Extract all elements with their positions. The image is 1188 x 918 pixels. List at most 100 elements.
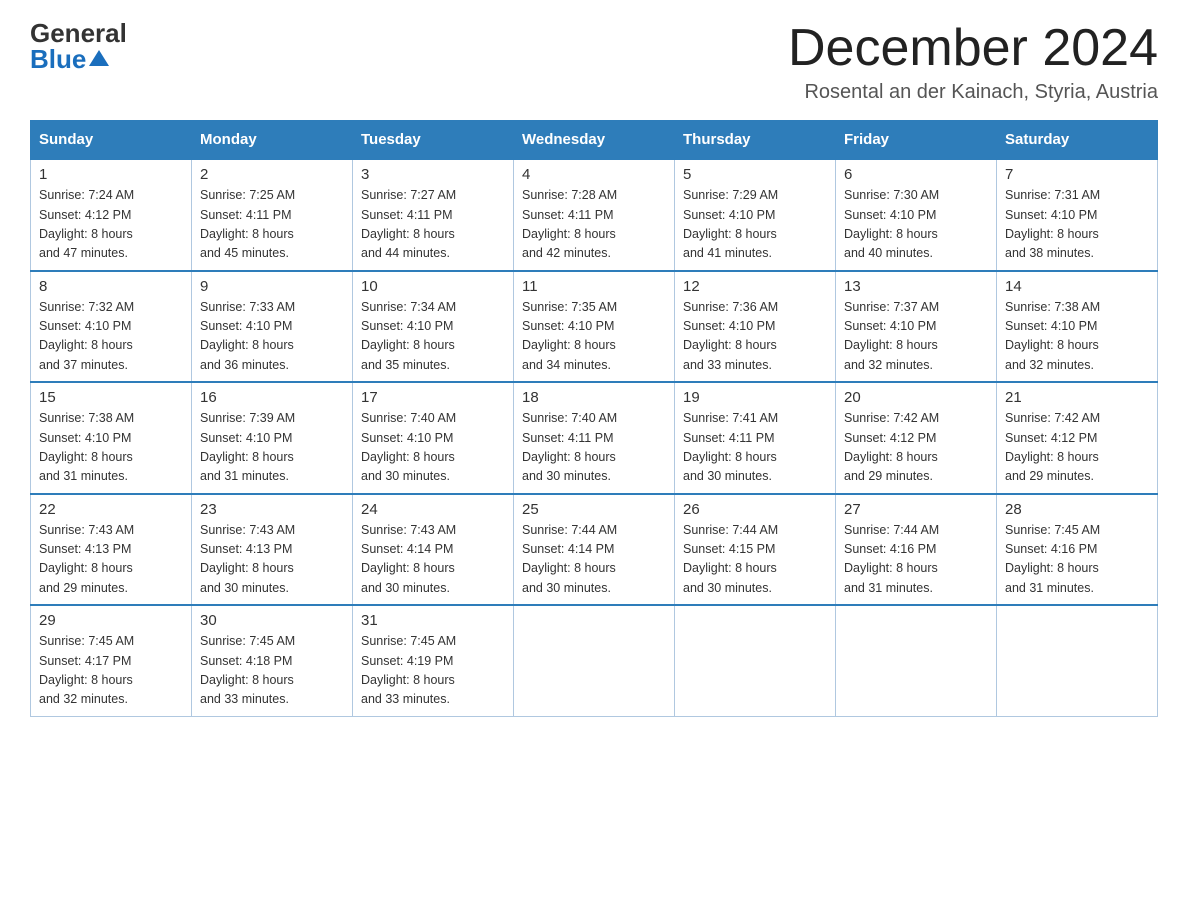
day-info: Sunrise: 7:45 AMSunset: 4:16 PMDaylight:… <box>1005 523 1100 595</box>
day-info: Sunrise: 7:25 AMSunset: 4:11 PMDaylight:… <box>200 188 295 260</box>
calendar-cell <box>997 605 1158 716</box>
day-number: 16 <box>200 389 344 406</box>
day-number: 10 <box>361 278 505 295</box>
calendar-cell: 22 Sunrise: 7:43 AMSunset: 4:13 PMDaylig… <box>31 494 192 606</box>
calendar-cell: 6 Sunrise: 7:30 AMSunset: 4:10 PMDayligh… <box>836 159 997 271</box>
calendar-cell: 1 Sunrise: 7:24 AMSunset: 4:12 PMDayligh… <box>31 159 192 271</box>
col-header-monday: Monday <box>192 121 353 160</box>
day-info: Sunrise: 7:40 AMSunset: 4:11 PMDaylight:… <box>522 411 617 483</box>
day-number: 26 <box>683 501 827 518</box>
calendar-cell: 21 Sunrise: 7:42 AMSunset: 4:12 PMDaylig… <box>997 382 1158 494</box>
col-header-sunday: Sunday <box>31 121 192 160</box>
day-info: Sunrise: 7:31 AMSunset: 4:10 PMDaylight:… <box>1005 188 1100 260</box>
calendar-cell: 2 Sunrise: 7:25 AMSunset: 4:11 PMDayligh… <box>192 159 353 271</box>
day-info: Sunrise: 7:24 AMSunset: 4:12 PMDaylight:… <box>39 188 134 260</box>
calendar-cell: 20 Sunrise: 7:42 AMSunset: 4:12 PMDaylig… <box>836 382 997 494</box>
calendar-cell: 14 Sunrise: 7:38 AMSunset: 4:10 PMDaylig… <box>997 271 1158 383</box>
title-area: December 2024 Rosental an der Kainach, S… <box>788 20 1158 104</box>
day-number: 2 <box>200 166 344 183</box>
day-info: Sunrise: 7:38 AMSunset: 4:10 PMDaylight:… <box>1005 300 1100 372</box>
day-info: Sunrise: 7:34 AMSunset: 4:10 PMDaylight:… <box>361 300 456 372</box>
day-number: 23 <box>200 501 344 518</box>
col-header-friday: Friday <box>836 121 997 160</box>
calendar-cell: 4 Sunrise: 7:28 AMSunset: 4:11 PMDayligh… <box>514 159 675 271</box>
day-info: Sunrise: 7:42 AMSunset: 4:12 PMDaylight:… <box>844 411 939 483</box>
calendar-cell: 5 Sunrise: 7:29 AMSunset: 4:10 PMDayligh… <box>675 159 836 271</box>
calendar-cell: 31 Sunrise: 7:45 AMSunset: 4:19 PMDaylig… <box>353 605 514 716</box>
calendar-cell: 17 Sunrise: 7:40 AMSunset: 4:10 PMDaylig… <box>353 382 514 494</box>
day-number: 28 <box>1005 501 1149 518</box>
day-info: Sunrise: 7:45 AMSunset: 4:19 PMDaylight:… <box>361 634 456 706</box>
calendar-cell: 29 Sunrise: 7:45 AMSunset: 4:17 PMDaylig… <box>31 605 192 716</box>
col-header-thursday: Thursday <box>675 121 836 160</box>
logo: General Blue <box>30 20 127 72</box>
calendar-cell: 12 Sunrise: 7:36 AMSunset: 4:10 PMDaylig… <box>675 271 836 383</box>
calendar-cell: 8 Sunrise: 7:32 AMSunset: 4:10 PMDayligh… <box>31 271 192 383</box>
day-number: 29 <box>39 612 183 629</box>
day-number: 1 <box>39 166 183 183</box>
month-title: December 2024 <box>788 20 1158 77</box>
day-info: Sunrise: 7:33 AMSunset: 4:10 PMDaylight:… <box>200 300 295 372</box>
day-info: Sunrise: 7:45 AMSunset: 4:18 PMDaylight:… <box>200 634 295 706</box>
calendar-cell: 25 Sunrise: 7:44 AMSunset: 4:14 PMDaylig… <box>514 494 675 606</box>
logo-triangle-icon <box>89 50 109 66</box>
calendar-cell: 27 Sunrise: 7:44 AMSunset: 4:16 PMDaylig… <box>836 494 997 606</box>
day-info: Sunrise: 7:29 AMSunset: 4:10 PMDaylight:… <box>683 188 778 260</box>
calendar-cell: 7 Sunrise: 7:31 AMSunset: 4:10 PMDayligh… <box>997 159 1158 271</box>
day-info: Sunrise: 7:27 AMSunset: 4:11 PMDaylight:… <box>361 188 456 260</box>
day-number: 9 <box>200 278 344 295</box>
calendar-header-row: SundayMondayTuesdayWednesdayThursdayFrid… <box>31 121 1158 160</box>
calendar-cell: 26 Sunrise: 7:44 AMSunset: 4:15 PMDaylig… <box>675 494 836 606</box>
day-number: 25 <box>522 501 666 518</box>
calendar-week-row: 22 Sunrise: 7:43 AMSunset: 4:13 PMDaylig… <box>31 494 1158 606</box>
day-number: 4 <box>522 166 666 183</box>
day-info: Sunrise: 7:28 AMSunset: 4:11 PMDaylight:… <box>522 188 617 260</box>
calendar-cell: 15 Sunrise: 7:38 AMSunset: 4:10 PMDaylig… <box>31 382 192 494</box>
calendar-week-row: 15 Sunrise: 7:38 AMSunset: 4:10 PMDaylig… <box>31 382 1158 494</box>
day-info: Sunrise: 7:43 AMSunset: 4:13 PMDaylight:… <box>200 523 295 595</box>
day-info: Sunrise: 7:44 AMSunset: 4:15 PMDaylight:… <box>683 523 778 595</box>
location-subtitle: Rosental an der Kainach, Styria, Austria <box>788 81 1158 104</box>
col-header-wednesday: Wednesday <box>514 121 675 160</box>
calendar-week-row: 29 Sunrise: 7:45 AMSunset: 4:17 PMDaylig… <box>31 605 1158 716</box>
calendar-week-row: 1 Sunrise: 7:24 AMSunset: 4:12 PMDayligh… <box>31 159 1158 271</box>
logo-general-text: General <box>30 20 127 46</box>
day-info: Sunrise: 7:39 AMSunset: 4:10 PMDaylight:… <box>200 411 295 483</box>
day-number: 15 <box>39 389 183 406</box>
day-number: 13 <box>844 278 988 295</box>
calendar-cell: 16 Sunrise: 7:39 AMSunset: 4:10 PMDaylig… <box>192 382 353 494</box>
calendar-cell: 28 Sunrise: 7:45 AMSunset: 4:16 PMDaylig… <box>997 494 1158 606</box>
day-info: Sunrise: 7:41 AMSunset: 4:11 PMDaylight:… <box>683 411 778 483</box>
calendar-cell: 3 Sunrise: 7:27 AMSunset: 4:11 PMDayligh… <box>353 159 514 271</box>
day-info: Sunrise: 7:45 AMSunset: 4:17 PMDaylight:… <box>39 634 134 706</box>
col-header-saturday: Saturday <box>997 121 1158 160</box>
day-number: 18 <box>522 389 666 406</box>
calendar-week-row: 8 Sunrise: 7:32 AMSunset: 4:10 PMDayligh… <box>31 271 1158 383</box>
day-info: Sunrise: 7:32 AMSunset: 4:10 PMDaylight:… <box>39 300 134 372</box>
day-number: 5 <box>683 166 827 183</box>
day-info: Sunrise: 7:40 AMSunset: 4:10 PMDaylight:… <box>361 411 456 483</box>
calendar-table: SundayMondayTuesdayWednesdayThursdayFrid… <box>30 120 1158 717</box>
page-header: General Blue December 2024 Rosental an d… <box>30 20 1158 104</box>
day-info: Sunrise: 7:42 AMSunset: 4:12 PMDaylight:… <box>1005 411 1100 483</box>
day-info: Sunrise: 7:44 AMSunset: 4:14 PMDaylight:… <box>522 523 617 595</box>
day-number: 6 <box>844 166 988 183</box>
calendar-cell <box>675 605 836 716</box>
calendar-cell: 13 Sunrise: 7:37 AMSunset: 4:10 PMDaylig… <box>836 271 997 383</box>
calendar-cell: 18 Sunrise: 7:40 AMSunset: 4:11 PMDaylig… <box>514 382 675 494</box>
calendar-cell: 9 Sunrise: 7:33 AMSunset: 4:10 PMDayligh… <box>192 271 353 383</box>
calendar-cell <box>514 605 675 716</box>
day-info: Sunrise: 7:30 AMSunset: 4:10 PMDaylight:… <box>844 188 939 260</box>
calendar-cell: 19 Sunrise: 7:41 AMSunset: 4:11 PMDaylig… <box>675 382 836 494</box>
day-number: 7 <box>1005 166 1149 183</box>
day-number: 11 <box>522 278 666 295</box>
calendar-cell <box>836 605 997 716</box>
day-number: 3 <box>361 166 505 183</box>
day-info: Sunrise: 7:37 AMSunset: 4:10 PMDaylight:… <box>844 300 939 372</box>
day-number: 31 <box>361 612 505 629</box>
day-number: 21 <box>1005 389 1149 406</box>
day-info: Sunrise: 7:44 AMSunset: 4:16 PMDaylight:… <box>844 523 939 595</box>
day-number: 27 <box>844 501 988 518</box>
col-header-tuesday: Tuesday <box>353 121 514 160</box>
day-number: 30 <box>200 612 344 629</box>
